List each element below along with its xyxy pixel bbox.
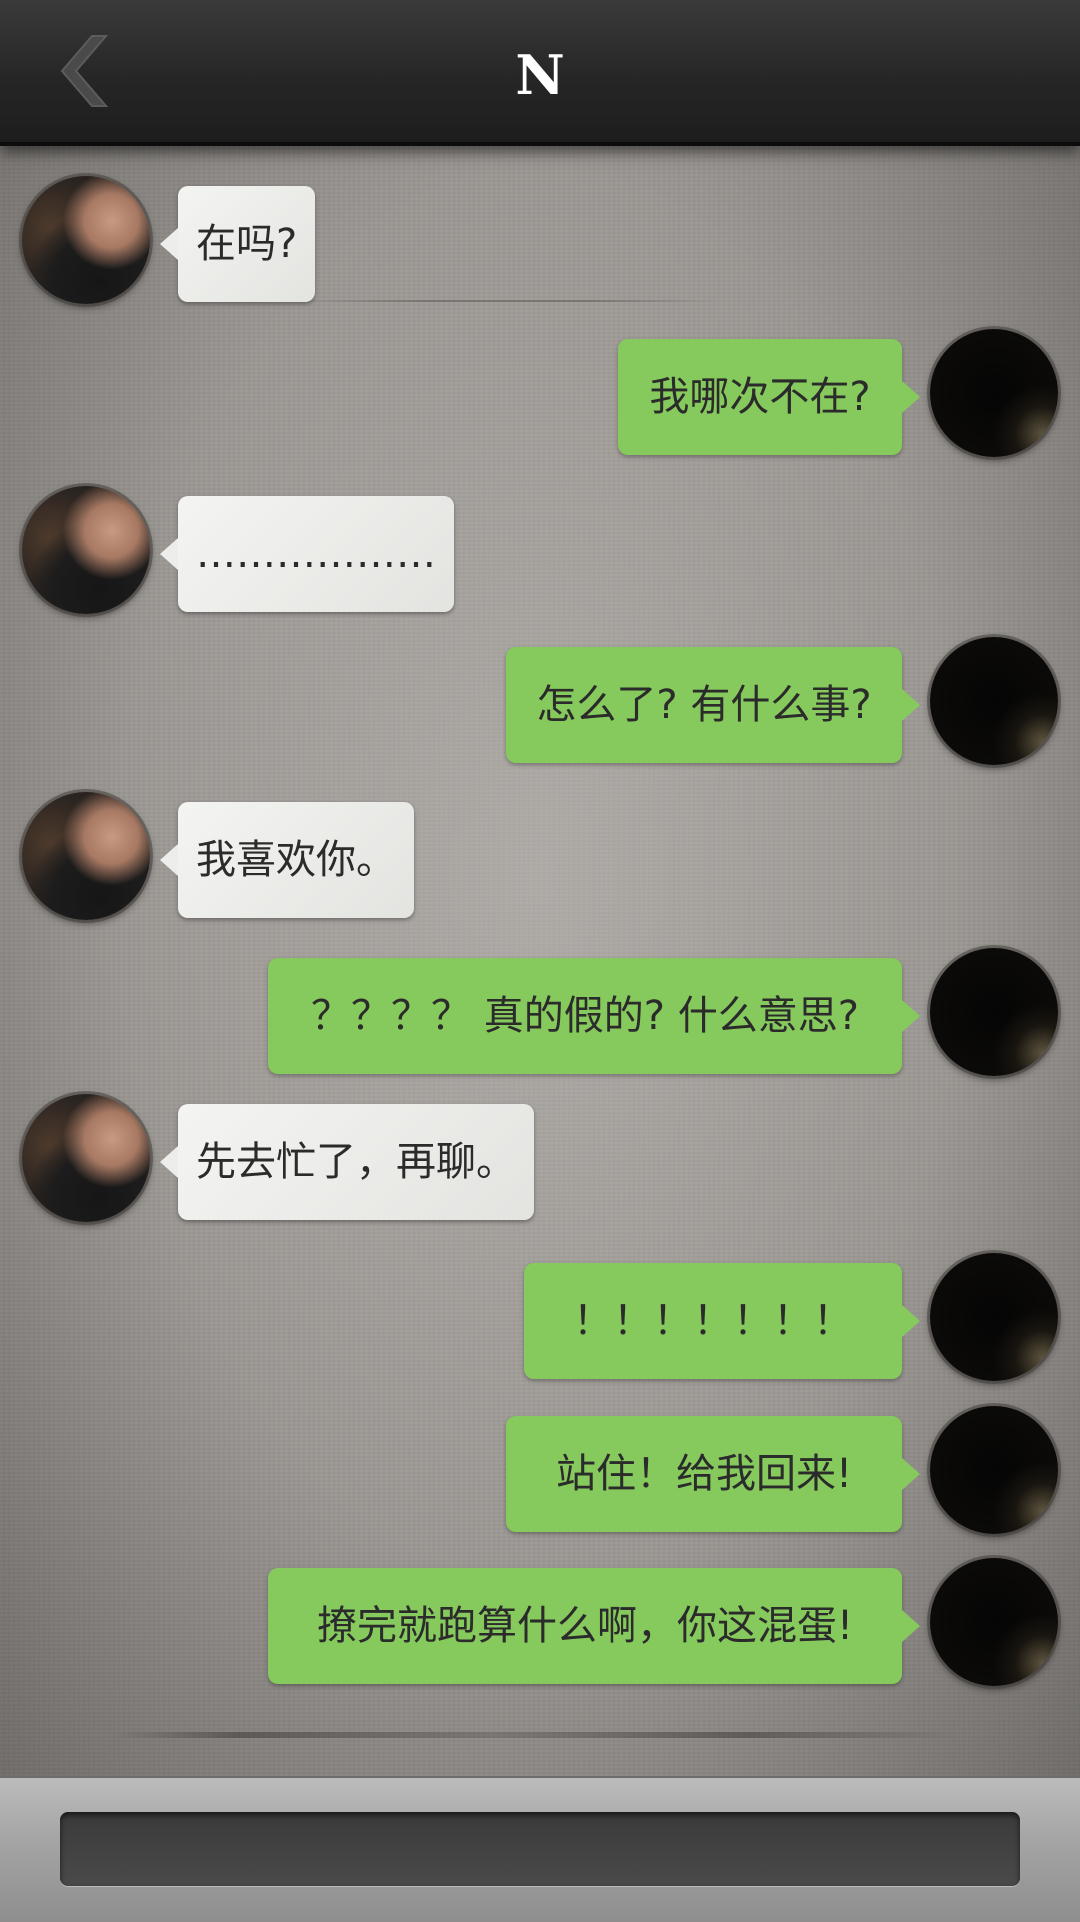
contact-avatar[interactable] — [22, 486, 150, 614]
user-avatar[interactable] — [930, 1406, 1058, 1534]
contact-avatar[interactable] — [22, 176, 150, 304]
message-input[interactable] — [60, 1812, 1020, 1886]
sent-message-bubble[interactable]: ！！！！！！！ — [524, 1263, 920, 1379]
message-row-received: ……………… — [0, 486, 1080, 616]
input-bar — [0, 1776, 1080, 1922]
chat-header: N — [0, 0, 1080, 146]
contact-avatar[interactable] — [22, 1094, 150, 1222]
user-avatar[interactable] — [930, 329, 1058, 457]
sent-message-bubble[interactable]: ？？？？ 真的假的? 什么意思? — [268, 958, 920, 1074]
message-row-received: 在吗? — [0, 176, 1080, 306]
received-message-bubble[interactable]: 我喜欢你。 — [160, 802, 414, 918]
sent-message-bubble[interactable]: 站住！给我回来! — [506, 1416, 920, 1532]
message-row-sent: 怎么了? 有什么事? — [0, 637, 1080, 767]
sent-message-bubble[interactable]: 撩完就跑算什么啊，你这混蛋! — [268, 1568, 920, 1684]
message-row-sent: ！！！！！！！ — [0, 1253, 1080, 1383]
contact-name: N — [515, 43, 565, 107]
user-avatar[interactable] — [930, 1558, 1058, 1686]
received-message-bubble[interactable]: 在吗? — [159, 186, 316, 302]
bottom-divider — [110, 1732, 960, 1738]
sent-message-bubble[interactable]: 怎么了? 有什么事? — [506, 647, 920, 763]
user-avatar[interactable] — [930, 1253, 1058, 1381]
received-message-bubble[interactable]: 先去忙了，再聊。 — [160, 1104, 534, 1220]
message-row-sent: ？？？？ 真的假的? 什么意思? — [0, 948, 1080, 1078]
received-message-bubble[interactable]: ……………… — [160, 496, 454, 612]
sent-message-bubble[interactable]: 我哪次不在? — [618, 339, 920, 455]
user-avatar[interactable] — [930, 637, 1058, 765]
contact-avatar[interactable] — [22, 792, 150, 920]
message-row-sent: 我哪次不在? — [0, 329, 1080, 459]
message-row-received: 我喜欢你。 — [0, 792, 1080, 922]
message-row-received: 先去忙了，再聊。 — [0, 1094, 1080, 1224]
message-row-sent: 站住！给我回来! — [0, 1406, 1080, 1536]
chat-area[interactable]: 在吗? 我哪次不在? ……………… 怎么了? 有什么事? 我喜欢你。 ？？？？ … — [0, 142, 1080, 1776]
message-row-sent: 撩完就跑算什么啊，你这混蛋! — [0, 1558, 1080, 1688]
user-avatar[interactable] — [930, 948, 1058, 1076]
